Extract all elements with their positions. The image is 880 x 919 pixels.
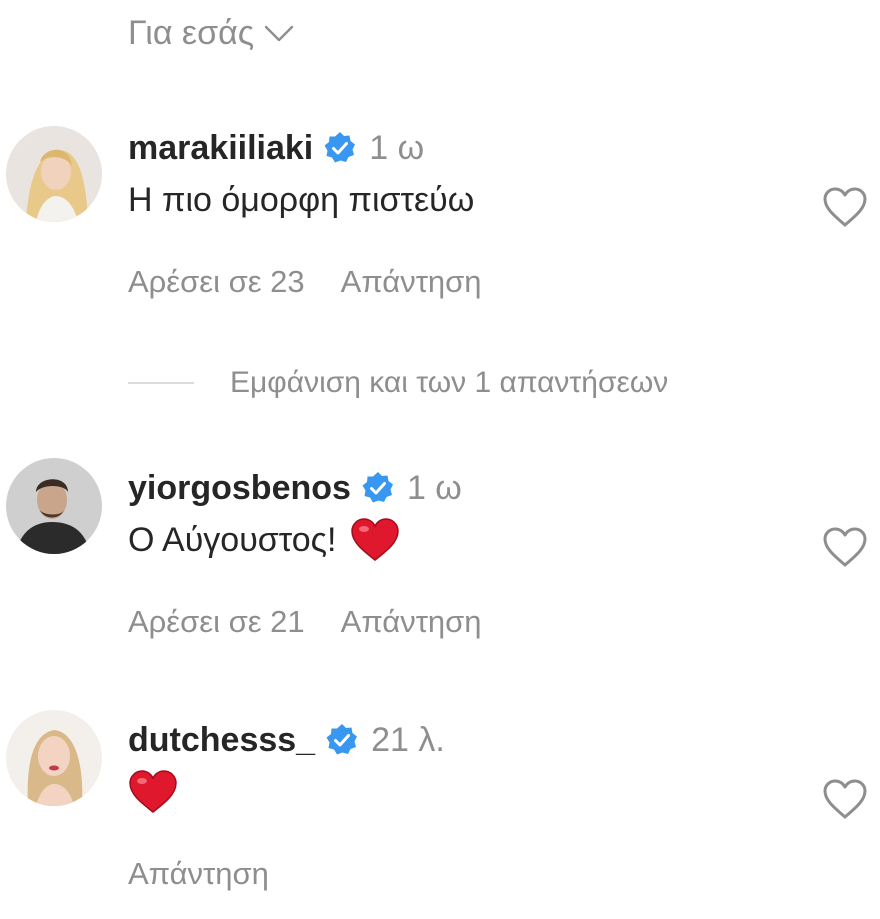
- heart-outline-icon: [823, 527, 867, 567]
- like-button[interactable]: [822, 186, 868, 228]
- comment-time: 1 ω: [369, 128, 425, 167]
- comment-header: yiorgosbenos 1 ω: [128, 466, 462, 510]
- comment-time: 1 ω: [406, 468, 462, 507]
- comment-text-content: Η πιο όμορφη πιστεύω: [128, 180, 475, 219]
- username-link[interactable]: dutchesss_: [128, 721, 315, 760]
- comment-actions: Αρέσει σε 23 Απάντηση: [128, 264, 482, 300]
- heart-outline-icon: [823, 779, 867, 819]
- likes-count[interactable]: Αρέσει σε 23: [128, 264, 305, 300]
- divider-line: [128, 382, 194, 384]
- comment-actions: Αρέσει σε 21 Απάντηση: [128, 604, 482, 640]
- reply-button[interactable]: Απάντηση: [128, 856, 269, 892]
- chevron-down-icon: [264, 25, 294, 43]
- view-replies-label: Εμφάνιση και των 1 απαντήσεων: [230, 366, 669, 399]
- comment-actions: Απάντηση: [128, 856, 269, 892]
- like-button[interactable]: [822, 778, 868, 820]
- filter-label: Για εσάς: [128, 14, 255, 52]
- username-link[interactable]: yiorgosbenos: [128, 469, 351, 508]
- avatar[interactable]: [6, 126, 102, 222]
- avatar[interactable]: [6, 458, 102, 554]
- comment-text: Ο Αύγουστος!: [128, 518, 400, 562]
- verified-badge-icon: [361, 471, 395, 505]
- heart-emoji-icon: [351, 518, 400, 561]
- reply-button[interactable]: Απάντηση: [341, 604, 482, 640]
- verified-badge-icon: [323, 131, 357, 165]
- comment-header: marakiiliaki 1 ω: [128, 126, 424, 170]
- comment-header: dutchesss_ 21 λ.: [128, 718, 445, 762]
- comment-time: 21 λ.: [371, 720, 445, 759]
- like-button[interactable]: [822, 526, 868, 568]
- username-link[interactable]: marakiiliaki: [128, 129, 313, 168]
- comment-text-content: Ο Αύγουστος!: [128, 520, 337, 559]
- comment-text: Η πιο όμορφη πιστεύω: [128, 178, 474, 222]
- avatar[interactable]: [6, 710, 102, 806]
- likes-count[interactable]: Αρέσει σε 21: [128, 604, 305, 640]
- comment-text: [128, 770, 178, 814]
- heart-emoji-icon: [129, 770, 177, 813]
- view-replies-button[interactable]: Εμφάνιση και των 1 απαντήσεων: [128, 366, 668, 400]
- heart-outline-icon: [823, 187, 867, 227]
- verified-badge-icon: [325, 723, 359, 757]
- reply-button[interactable]: Απάντηση: [341, 264, 482, 300]
- comment-filter-dropdown[interactable]: Για εσάς: [128, 14, 294, 53]
